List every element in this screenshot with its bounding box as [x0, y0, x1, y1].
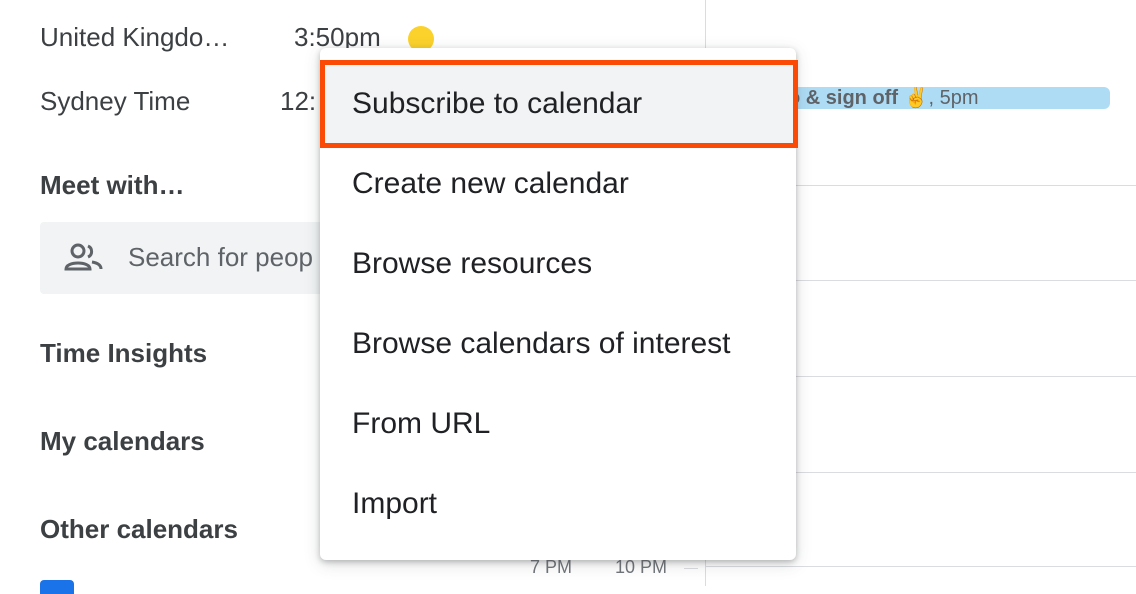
people-search-input[interactable]: Search for peop — [40, 222, 360, 294]
meet-with-heading: Meet with… — [40, 170, 185, 200]
time-label: 10 PM — [615, 557, 668, 577]
grid-line — [705, 566, 1136, 567]
menu-item-import[interactable]: Import — [320, 464, 796, 544]
other-calendars-heading[interactable]: Other calendars — [40, 514, 238, 545]
calendar-event[interactable]: o & sign off ✌️, 5pm — [760, 87, 1110, 109]
my-calendars-heading[interactable]: My calendars — [40, 426, 205, 457]
clock-time: 12: — [280, 86, 317, 116]
calendar-checkbox[interactable] — [40, 580, 74, 594]
menu-item-from-url[interactable]: From URL — [320, 384, 796, 464]
clock-location: United Kingdo… — [40, 22, 230, 52]
menu-item-create-new-calendar[interactable]: Create new calendar — [320, 144, 796, 224]
search-placeholder: Search for peop — [128, 242, 314, 272]
time-insights-heading[interactable]: Time Insights — [40, 338, 207, 369]
menu-item-browse-resources[interactable]: Browse resources — [320, 224, 796, 304]
event-time: , 5pm — [928, 87, 979, 109]
time-label: 7 PM — [530, 557, 573, 577]
highlight-annotation — [320, 60, 798, 148]
menu-item-browse-calendars-of-interest[interactable]: Browse calendars of interest — [320, 304, 796, 384]
clock-location: Sydney Time — [40, 86, 191, 116]
time-tick — [684, 568, 698, 569]
people-icon — [64, 243, 103, 271]
